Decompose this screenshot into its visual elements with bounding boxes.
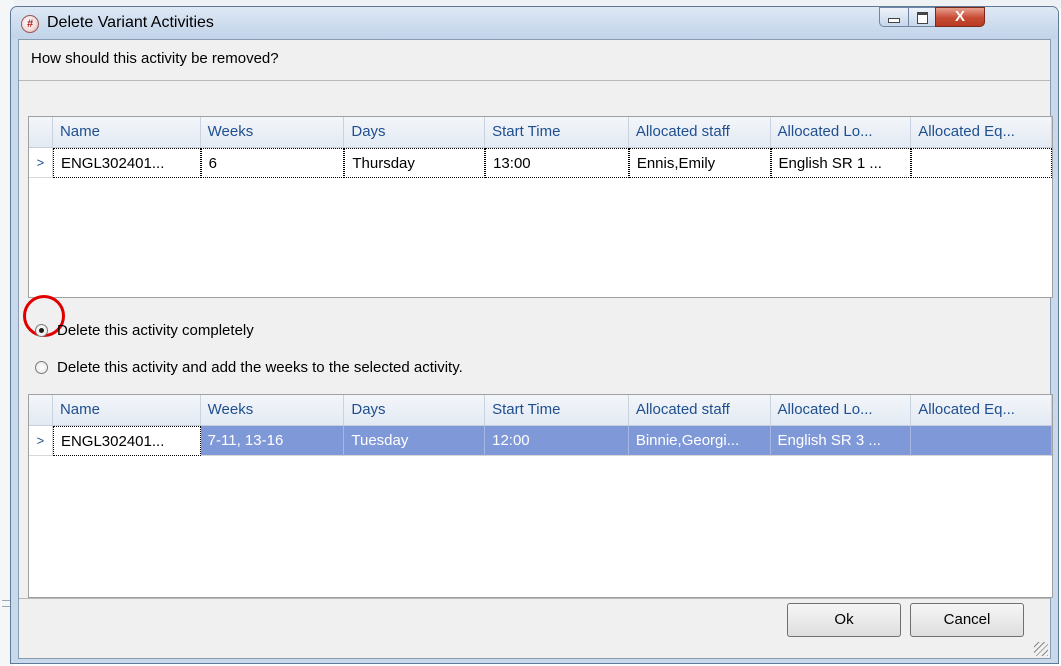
- grid-header: Name Weeks Days Start Time Allocated sta…: [29, 395, 1052, 426]
- window-title: Delete Variant Activities: [47, 14, 214, 31]
- row-selector-header: [29, 117, 53, 147]
- column-header-name[interactable]: Name: [53, 117, 201, 147]
- column-header-weeks[interactable]: Weeks: [201, 395, 345, 425]
- cell-allocated-location[interactable]: English SR 3 ...: [770, 426, 912, 456]
- radio-delete-and-add[interactable]: [35, 360, 48, 374]
- column-header-name[interactable]: Name: [53, 395, 201, 425]
- cell-allocated-equipment[interactable]: [911, 426, 1052, 456]
- grid-header: Name Weeks Days Start Time Allocated sta…: [29, 117, 1052, 148]
- cell-start-time[interactable]: 13:00: [485, 148, 629, 178]
- column-header-start-time[interactable]: Start Time: [485, 395, 629, 425]
- activity-to-remove-grid[interactable]: Name Weeks Days Start Time Allocated sta…: [28, 116, 1053, 298]
- radio-delete-completely[interactable]: [35, 323, 48, 337]
- column-header-allocated-location[interactable]: Allocated Lo...: [771, 395, 912, 425]
- maximize-button[interactable]: [908, 7, 936, 27]
- cell-weeks[interactable]: 7-11, 13-16: [200, 426, 345, 456]
- column-header-weeks[interactable]: Weeks: [201, 117, 345, 147]
- cell-weeks[interactable]: 6: [200, 148, 345, 178]
- title-bar[interactable]: # Delete Variant Activities X: [11, 7, 1058, 39]
- cell-name[interactable]: ENGL302401...: [52, 426, 201, 456]
- app-icon: #: [21, 15, 39, 33]
- divider: [19, 80, 1050, 81]
- column-header-allocated-equipment[interactable]: Allocated Eq...: [911, 395, 1052, 425]
- option-delete-and-add[interactable]: Delete this activity and add the weeks t…: [35, 356, 463, 378]
- row-selector-header: [29, 395, 53, 425]
- column-header-allocated-location[interactable]: Allocated Lo...: [771, 117, 912, 147]
- target-activity-grid[interactable]: Name Weeks Days Start Time Allocated sta…: [28, 394, 1053, 598]
- divider: [19, 598, 1050, 599]
- column-header-allocated-equipment[interactable]: Allocated Eq...: [911, 117, 1052, 147]
- cell-allocated-equipment[interactable]: [911, 148, 1052, 178]
- maximize-icon: [916, 12, 928, 24]
- cell-days[interactable]: Thursday: [344, 148, 486, 178]
- close-button[interactable]: X: [935, 7, 985, 27]
- row-indicator-icon: >: [29, 148, 53, 178]
- option-delete-and-add-label: Delete this activity and add the weeks t…: [57, 358, 463, 376]
- resize-grip-icon[interactable]: [1034, 642, 1048, 656]
- dialog-client-area: How should this activity be removed? Nam…: [18, 39, 1053, 659]
- option-delete-completely[interactable]: Delete this activity completely: [35, 319, 254, 341]
- option-delete-completely-label: Delete this activity completely: [57, 321, 254, 339]
- table-row[interactable]: > ENGL302401... 6 Thursday 13:00 Ennis,E…: [29, 148, 1052, 178]
- cell-allocated-location[interactable]: English SR 1 ...: [770, 148, 912, 178]
- column-header-allocated-staff[interactable]: Allocated staff: [629, 395, 771, 425]
- row-indicator-icon: >: [29, 426, 53, 456]
- cell-allocated-staff[interactable]: Binnie,Georgi...: [628, 426, 771, 456]
- column-header-days[interactable]: Days: [344, 117, 486, 147]
- minimize-icon: [888, 18, 900, 23]
- question-label: How should this activity be removed?: [31, 50, 279, 67]
- column-header-allocated-staff[interactable]: Allocated staff: [629, 117, 771, 147]
- dialog-window: # Delete Variant Activities X How should…: [10, 6, 1059, 664]
- cell-allocated-staff[interactable]: Ennis,Emily: [628, 148, 771, 178]
- minimize-button[interactable]: [879, 7, 909, 27]
- cell-start-time[interactable]: 12:00: [485, 426, 629, 456]
- column-header-start-time[interactable]: Start Time: [485, 117, 629, 147]
- cell-name[interactable]: ENGL302401...: [52, 148, 201, 178]
- ok-button[interactable]: Ok: [787, 603, 901, 637]
- cancel-button[interactable]: Cancel: [910, 603, 1024, 637]
- column-header-days[interactable]: Days: [344, 395, 486, 425]
- close-icon: X: [954, 8, 965, 25]
- cell-days[interactable]: Tuesday: [344, 426, 486, 456]
- table-row[interactable]: > ENGL302401... 7-11, 13-16 Tuesday 12:0…: [29, 426, 1052, 456]
